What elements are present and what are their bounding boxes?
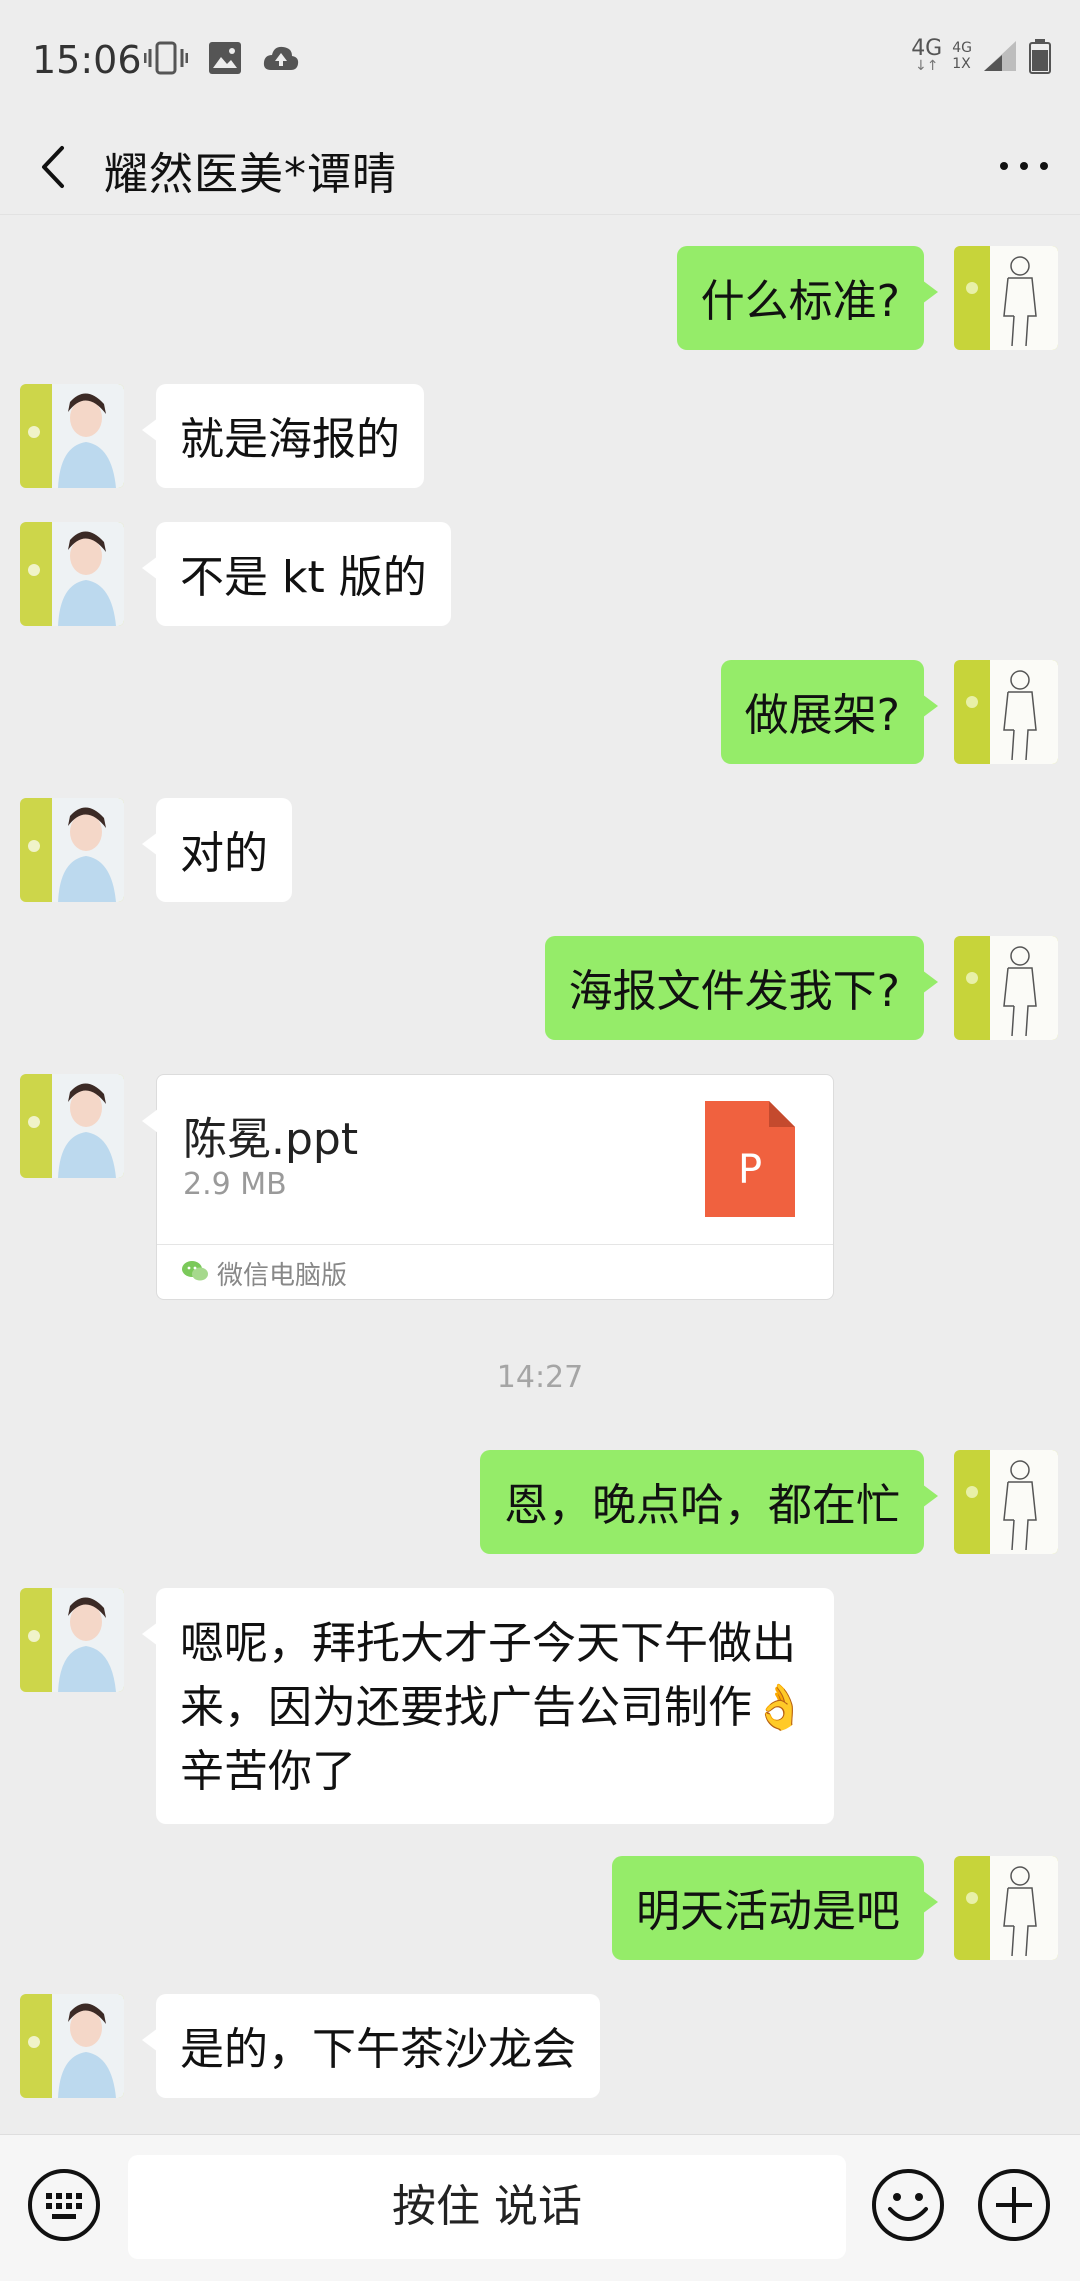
plus-icon[interactable] — [976, 2167, 1052, 2243]
contact-avatar[interactable] — [20, 1588, 124, 1692]
sketch-avatar-icon — [954, 1450, 1058, 1554]
vibrate-icon — [144, 41, 188, 75]
message-list[interactable]: 什么标准? 就是海报的 不是 kt 版的 做展架? 对的 海报文件发我下? 陈冕… — [0, 214, 1080, 2134]
message-bubble-sent[interactable]: 明天活动是吧 — [612, 1856, 938, 1960]
network-4g-1x: 4G 1X — [952, 40, 972, 72]
sketch-avatar-icon — [954, 1856, 1058, 1960]
message-bubble-sent[interactable]: 做展架? — [720, 660, 939, 764]
message-bubble-received[interactable]: 不是 kt 版的 — [142, 522, 451, 626]
hold-to-talk-button[interactable]: 按住 说话 — [128, 2155, 846, 2259]
status-bar: 15:06 4G ↓↑ 4G 1X — [0, 0, 1080, 118]
sketch-avatar-icon — [954, 660, 1058, 764]
my-avatar[interactable] — [954, 1856, 1058, 1960]
message-bubble-received[interactable]: 对的 — [142, 798, 292, 902]
message-bubble-received[interactable]: 嗯呢，拜托大才子今天下午做出来，因为还要找广告公司制作👌辛苦你了 — [142, 1588, 834, 1824]
message-bubble-sent[interactable]: 恩，晚点哈，都在忙 — [480, 1450, 938, 1554]
my-avatar[interactable] — [954, 660, 1058, 764]
my-avatar[interactable] — [954, 1450, 1058, 1554]
network-4g-1: 4G ↓↑ — [911, 36, 943, 74]
contact-photo-icon — [20, 522, 124, 626]
message-bubble-received[interactable]: 是的，下午茶沙龙会 — [142, 1994, 600, 2098]
file-name: 陈冕.ppt — [183, 1114, 359, 1165]
message-bubble-sent[interactable]: 什么标准? — [676, 246, 939, 350]
chat-header: 耀然医美*谭晴 — [0, 118, 1080, 215]
signal-icon — [984, 41, 1016, 71]
file-message-card[interactable]: 陈冕.ppt 2.9 MB P 微信电脑版 — [142, 1074, 834, 1300]
input-bar: 按住 说话 — [0, 2134, 1080, 2281]
sketch-avatar-icon — [954, 246, 1058, 350]
status-left-icons — [144, 40, 300, 76]
contact-avatar[interactable] — [20, 1994, 124, 2098]
contact-photo-icon — [20, 1994, 124, 2098]
contact-avatar[interactable] — [20, 798, 124, 902]
contact-photo-icon — [20, 798, 124, 902]
file-source-footer: 微信电脑版 — [157, 1244, 833, 1299]
image-icon — [209, 42, 241, 74]
more-options-icon[interactable] — [994, 144, 1054, 188]
status-time: 15:06 — [32, 38, 142, 82]
my-avatar[interactable] — [954, 936, 1058, 1040]
sketch-avatar-icon — [954, 936, 1058, 1040]
contact-photo-icon — [20, 1588, 124, 1692]
ppt-badge-letter: P — [737, 1147, 763, 1193]
file-size: 2.9 MB — [183, 1167, 287, 1202]
contact-avatar[interactable] — [20, 1074, 124, 1178]
message-bubble-received[interactable]: 就是海报的 — [142, 384, 424, 488]
contact-photo-icon — [20, 1074, 124, 1178]
back-arrow-icon[interactable] — [30, 142, 80, 192]
keyboard-icon[interactable] — [26, 2167, 102, 2243]
wechat-icon — [182, 1261, 208, 1281]
cloud-icon — [263, 46, 299, 70]
contact-photo-icon — [20, 384, 124, 488]
chat-timestamp: 14:27 — [496, 1360, 584, 1395]
file-source-label: 微信电脑版 — [217, 1261, 348, 1291]
message-bubble-sent[interactable]: 海报文件发我下? — [544, 936, 939, 1040]
my-avatar[interactable] — [954, 246, 1058, 350]
ppt-file-icon: P — [705, 1101, 795, 1217]
emoji-icon[interactable] — [870, 2167, 946, 2243]
contact-avatar[interactable] — [20, 522, 124, 626]
contact-avatar[interactable] — [20, 384, 124, 488]
status-right-icons: 4G ↓↑ 4G 1X — [911, 38, 1052, 74]
chat-title: 耀然医美*谭晴 — [104, 149, 397, 200]
battery-icon — [1029, 39, 1051, 74]
